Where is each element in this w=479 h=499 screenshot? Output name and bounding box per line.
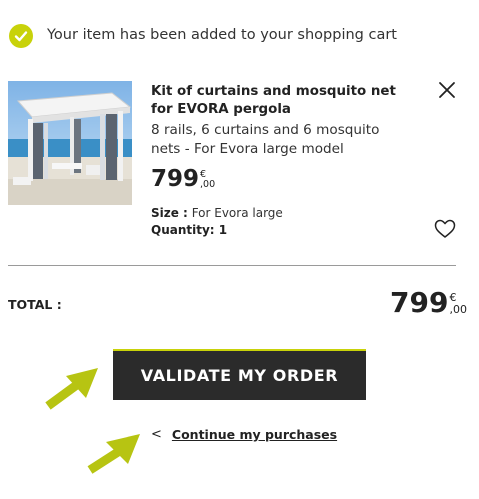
size-value: For Evora large <box>191 206 283 220</box>
annotation-arrow-icon <box>42 362 102 412</box>
divider <box>8 265 456 266</box>
annotation-arrow-icon <box>84 428 144 478</box>
validate-order-button[interactable]: VALIDATE MY ORDER <box>113 349 366 400</box>
product-image[interactable] <box>8 81 132 205</box>
product-title[interactable]: Kit of curtains and mosquito net for EVO… <box>151 83 411 119</box>
chevron-left-icon: < <box>151 427 162 442</box>
product-size: Size : For Evora large <box>151 206 283 220</box>
total-price-integer: 799 <box>390 286 449 319</box>
quantity-label: Quantity: 1 <box>151 223 228 237</box>
total-price: 799 € ,00 <box>390 287 467 319</box>
price-cents: ,00 <box>200 179 216 190</box>
size-label: Size : <box>151 206 188 220</box>
continue-shopping-label[interactable]: Continue my purchases <box>172 427 337 442</box>
success-message: Your item has been added to your shoppin… <box>47 27 397 43</box>
continue-shopping-link[interactable]: < Continue my purchases <box>151 427 337 442</box>
heart-icon[interactable] <box>434 219 456 239</box>
product-price: 799 € ,00 <box>151 166 215 192</box>
total-label: TOTAL : <box>8 297 62 312</box>
total-price-cents: ,00 <box>449 303 467 316</box>
product-quantity: Quantity: 1 <box>151 223 227 237</box>
product-description: 8 rails, 6 curtains and 6 mosquito nets … <box>151 122 380 157</box>
close-icon[interactable] <box>437 80 457 100</box>
check-circle-icon <box>9 24 33 48</box>
price-integer: 799 <box>151 166 200 192</box>
